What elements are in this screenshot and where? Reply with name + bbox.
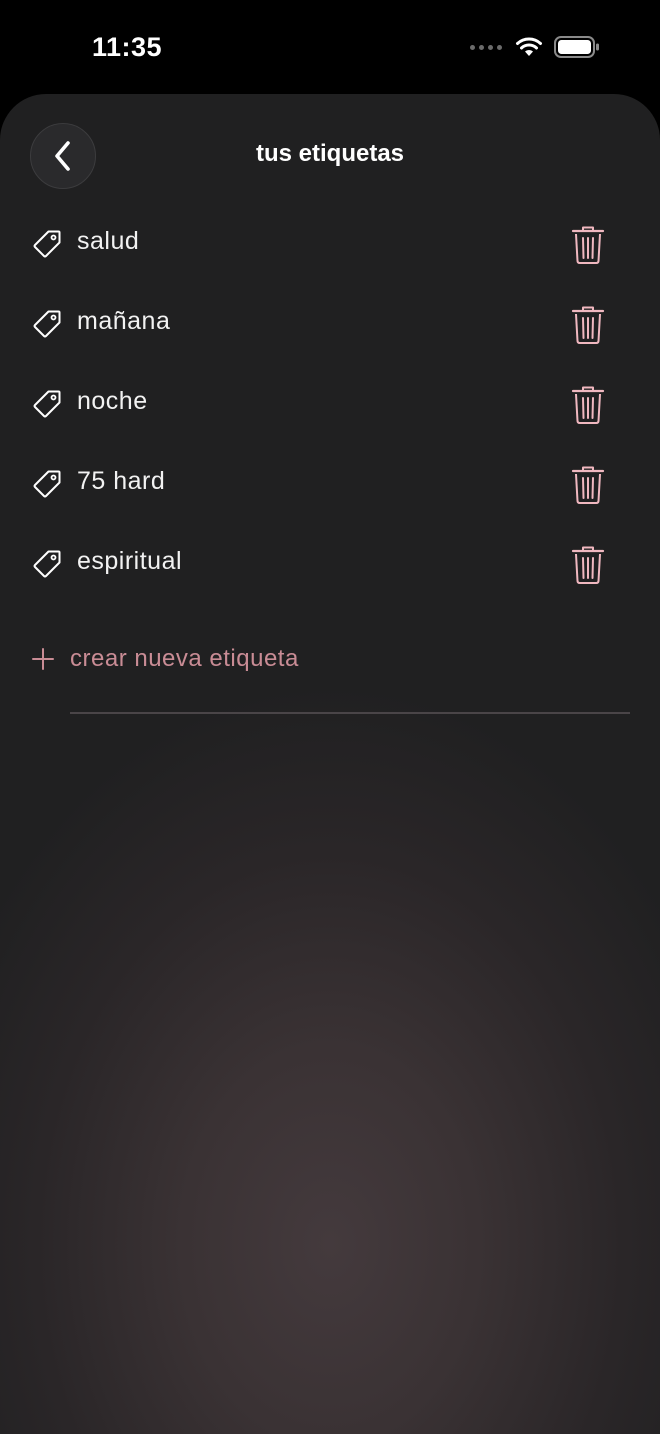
trash-icon[interactable] — [571, 225, 605, 265]
divider — [70, 712, 630, 714]
status-indicators — [470, 36, 600, 58]
plus-icon — [32, 648, 54, 670]
tag-label: mañana — [77, 307, 171, 335]
tag-list: salud mañana noche 75 hard espiritual — [0, 204, 660, 604]
tag-row[interactable]: espiritual — [0, 524, 660, 604]
tag-row[interactable]: salud — [0, 204, 660, 284]
page-title: tus etiquetas — [255, 140, 405, 167]
tag-icon — [33, 310, 61, 338]
tag-row[interactable]: mañana — [0, 284, 660, 364]
tags-sheet: tus etiquetas salud mañana noche 75 hard… — [0, 94, 660, 1434]
trash-icon[interactable] — [571, 385, 605, 425]
tag-label: 75 hard — [77, 467, 166, 495]
trash-icon[interactable] — [571, 545, 605, 585]
create-tag-button[interactable]: crear nueva etiqueta — [0, 632, 660, 692]
battery-icon — [554, 36, 599, 58]
status-time: 11:35 — [92, 32, 163, 62]
tag-label: salud — [77, 227, 140, 255]
tag-icon — [33, 390, 61, 418]
tag-label: noche — [77, 387, 148, 415]
create-tag-label: crear nueva etiqueta — [70, 645, 299, 672]
tag-label: espiritual — [77, 547, 183, 575]
trash-icon[interactable] — [571, 305, 605, 345]
tag-icon — [33, 550, 61, 578]
trash-icon[interactable] — [571, 465, 605, 505]
tag-row[interactable]: 75 hard — [0, 444, 660, 524]
tag-icon — [33, 470, 61, 498]
status-bar: 11:35 — [0, 0, 660, 94]
wifi-icon — [516, 37, 542, 56]
cellular-signal-icon — [470, 44, 502, 50]
tag-row[interactable]: noche — [0, 364, 660, 444]
tag-icon — [33, 230, 61, 258]
